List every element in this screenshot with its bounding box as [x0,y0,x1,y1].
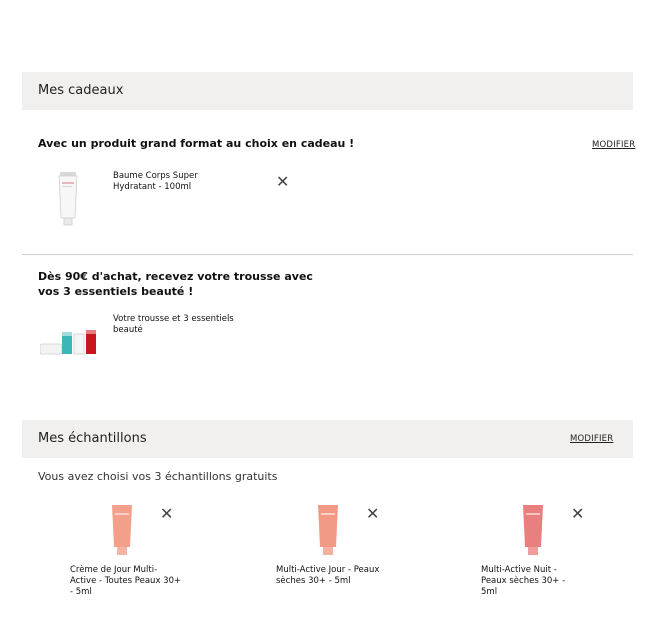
sample-tube-3-icon [521,505,545,555]
gifts-divider [22,254,633,255]
close-icon[interactable]: ✕ [366,506,379,522]
close-icon[interactable]: ✕ [571,506,584,522]
sample-item-3-name: Multi-Active Nuit - Peaux sèches 30+ - 5… [481,565,566,597]
samples-subtitle: Vous avez choisi vos 3 échantillons grat… [38,470,278,483]
pouch-and-three-minis-icon [39,328,100,356]
sample-tube-1-icon [110,505,134,555]
close-icon[interactable]: ✕ [160,506,173,522]
gift-item-2-name: Votre trousse et 3 essentiels beauté [113,314,234,335]
white-body-balm-tube-icon [56,172,80,226]
gift-modify-link[interactable]: MODIFIER [592,140,635,150]
close-icon[interactable]: ✕ [276,174,289,190]
gifts-section-header: Mes cadeaux [22,72,633,110]
gift-offer-1-title: Avec un produit grand format au choix en… [38,137,355,150]
sample-item-2-name: Multi-Active Jour - Peaux sèches 30+ - 5… [276,565,380,586]
sample-item-1-name: Crème de Jour Multi-Active - Toutes Peau… [70,565,182,597]
samples-section-header: Mes échantillons MODIFIER [22,420,633,458]
sample-tube-2-icon [316,505,340,555]
gifts-section-title: Mes cadeaux [38,83,124,98]
samples-section-title: Mes échantillons [38,431,147,446]
gift-item-1-name: Baume Corps Super Hydratant - 100ml [113,171,198,192]
gift-offer-2-title: Dès 90€ d'achat, recevez votre trousse a… [38,270,313,298]
samples-modify-link[interactable]: MODIFIER [570,434,613,444]
